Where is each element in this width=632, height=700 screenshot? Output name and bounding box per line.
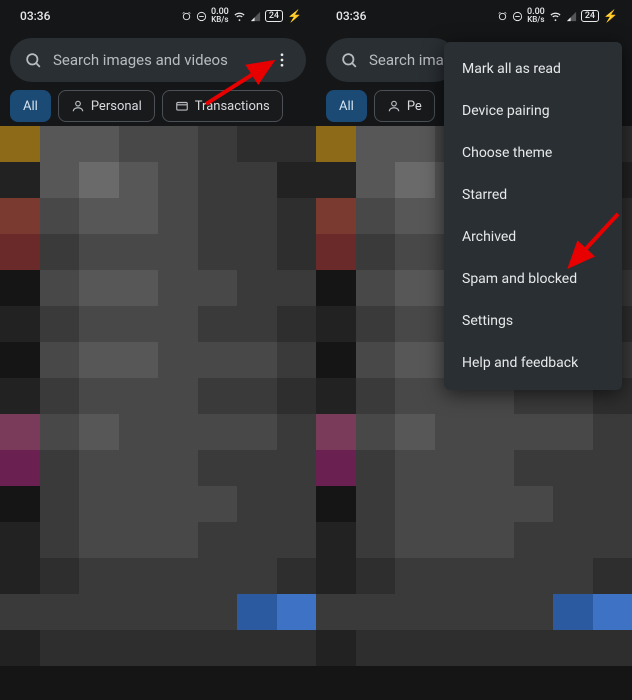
alarm-icon [497,11,508,22]
chip-personal-label: Pe [407,99,422,114]
search-placeholder: Search ima [369,51,450,69]
wifi-icon [233,11,246,22]
chip-all-label: All [23,99,38,114]
more-vert-icon [273,51,291,69]
signal-icon [566,11,577,22]
status-right: 0.00 KB/s 24 ⚡ [181,8,302,24]
filter-chips: All Personal Transactions [0,90,316,132]
chip-all-label: All [339,99,354,114]
chip-transactions[interactable]: Transactions [162,90,283,122]
wifi-icon [549,11,562,22]
menu-spam-blocked[interactable]: Spam and blocked [444,258,622,300]
menu-archived[interactable]: Archived [444,216,622,258]
status-time: 03:36 [336,9,366,23]
status-bar: 03:36 0.00 KB/s 24 ⚡ [0,0,316,28]
person-icon [387,99,401,113]
battery-indicator: 24 [265,10,283,22]
status-kbs: 0.00 KB/s [211,8,229,24]
chip-personal-label: Personal [91,99,142,114]
status-right: 0.00 KB/s 24 ⚡ [497,8,618,24]
chip-all[interactable]: All [10,90,51,122]
menu-help[interactable]: Help and feedback [444,342,622,384]
menu-device-pairing[interactable]: Device pairing [444,90,622,132]
chip-personal[interactable]: Pe [374,90,435,122]
search-icon [24,51,43,70]
overflow-menu: Mark all as read Device pairing Choose t… [444,42,622,390]
signal-icon [250,11,261,22]
search-placeholder: Search images and videos [53,51,264,69]
dnd-icon [196,11,207,22]
menu-settings[interactable]: Settings [444,300,622,342]
chip-all[interactable]: All [326,90,367,122]
more-button[interactable] [264,42,300,78]
menu-starred[interactable]: Starred [444,174,622,216]
search-bar[interactable]: Search ima [326,38,456,82]
search-bar[interactable]: Search images and videos [10,38,306,82]
menu-mark-read[interactable]: Mark all as read [444,48,622,90]
status-kbs: 0.00 KB/s [527,8,545,24]
person-icon [71,99,85,113]
search-icon [340,51,359,70]
charging-icon: ⚡ [287,9,302,23]
alarm-icon [181,11,192,22]
chip-personal[interactable]: Personal [58,90,155,122]
charging-icon: ⚡ [603,9,618,23]
left-screenshot: 03:36 0.00 KB/s 24 ⚡ Search images and v… [0,0,316,700]
chip-transactions-label: Transactions [195,99,270,114]
pixelated-list [0,126,316,700]
card-icon [175,99,189,113]
battery-indicator: 24 [581,10,599,22]
right-screenshot: 03:36 0.00 KB/s 24 ⚡ Search ima All Pe [316,0,632,700]
menu-choose-theme[interactable]: Choose theme [444,132,622,174]
status-time: 03:36 [20,9,50,23]
dnd-icon [512,11,523,22]
status-bar: 03:36 0.00 KB/s 24 ⚡ [316,0,632,28]
